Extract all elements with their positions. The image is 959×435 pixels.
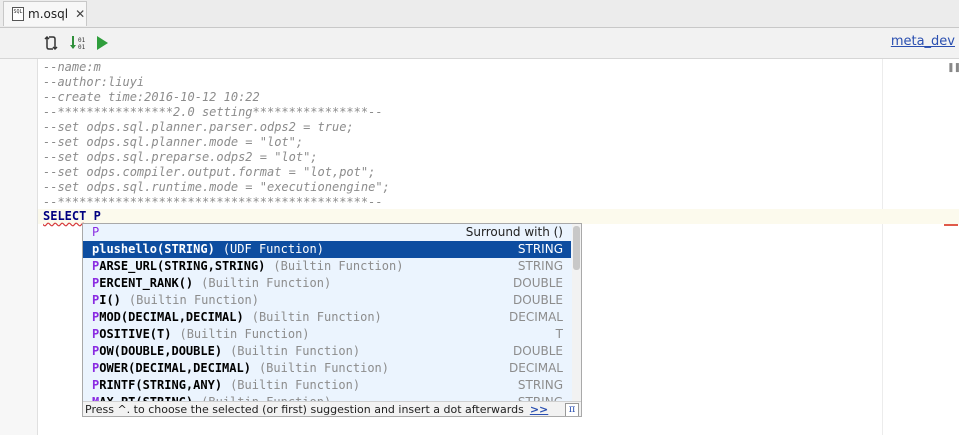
function-signature: PI() — [92, 293, 121, 307]
function-signature: plushello(STRING) — [92, 242, 215, 256]
current-line-highlight — [38, 209, 959, 224]
code-line: --set odps.sql.planner.mode = "lot"; — [43, 135, 304, 149]
connection-link[interactable]: meta_dev — [891, 34, 955, 49]
return-type: DOUBLE — [513, 293, 563, 307]
completion-item[interactable]: PRINTF(STRING,ANY) (Builtin Function) STRI… — [83, 377, 571, 394]
completion-item[interactable]: MAX_PT(STRING)(Builtin Function)STRING — [83, 394, 571, 401]
function-signature: PERCENT_RANK() — [92, 276, 193, 290]
code-line: --name:m — [43, 60, 101, 74]
code-line: --set odps.sql.runtime.mode = "execution… — [43, 180, 390, 194]
completion-item[interactable]: POW(DOUBLE,DOUBLE) (Builtin Function) DOUB… — [83, 343, 571, 360]
pause-icon[interactable]: ❚❚ — [947, 63, 959, 73]
completion-item[interactable]: PI() (Builtin Function) DOUBLE — [83, 292, 571, 309]
function-signature: POWER(DECIMAL,DECIMAL) — [92, 361, 251, 375]
return-type: STRING — [517, 378, 563, 392]
completion-item[interactable]: plushello(STRING) (UDF Function) STRING — [83, 241, 571, 258]
completion-header: P Surround with () — [83, 224, 571, 241]
tab-title: m.osql — [28, 7, 69, 21]
return-type: STRING — [517, 242, 563, 256]
completion-item[interactable]: PERCENT_RANK() (Builtin Function) DOUBLE — [83, 275, 571, 292]
function-kind: (Builtin Function) — [258, 361, 389, 375]
completion-item[interactable]: POWER(DECIMAL,DECIMAL) (Builtin Function)… — [83, 360, 571, 377]
function-kind: (Builtin Function) — [230, 344, 361, 358]
select-keyword: SELECT — [43, 209, 87, 223]
run-icon[interactable] — [93, 34, 111, 52]
return-type: STRING — [517, 259, 563, 273]
function-kind: (Builtin Function) — [273, 259, 404, 273]
function-signature: PMOD(DECIMAL,DECIMAL) — [92, 310, 244, 324]
error-stripe-marker[interactable] — [944, 224, 958, 226]
signature-rest: ARSE_URL(STRING,STRING) — [99, 259, 266, 273]
right-margin-guide — [882, 59, 883, 435]
signature-rest: lushello(STRING) — [99, 242, 215, 256]
code-line: --create time:2016-10-12 10:22 — [43, 90, 260, 104]
svg-text:01: 01 — [78, 37, 86, 44]
sort-icon[interactable]: 01 01 — [68, 34, 86, 52]
scrollbar-thumb[interactable] — [573, 226, 580, 270]
svg-text:01: 01 — [78, 44, 86, 51]
close-icon[interactable]: ✕ — [75, 7, 85, 21]
function-kind: (Builtin Function) — [179, 327, 310, 341]
pi-icon[interactable]: π — [565, 403, 579, 416]
function-kind: (Builtin Function) — [201, 276, 332, 290]
completion-scrollbar[interactable] — [572, 224, 581, 401]
function-signature: POW(DOUBLE,DOUBLE) — [92, 344, 222, 358]
sql-file-icon: SQL — [12, 7, 24, 21]
code-line: --****************2.0 setting***********… — [43, 105, 383, 119]
signature-rest: MOD(DECIMAL,DECIMAL) — [99, 310, 244, 324]
function-kind: (Builtin Function) — [230, 378, 361, 392]
return-type: DOUBLE — [513, 276, 563, 290]
code-line: --set odps.compiler.output.format = "lot… — [43, 165, 376, 179]
surround-action[interactable]: Surround with () — [466, 224, 563, 241]
typed-prefix: P — [92, 225, 100, 239]
line-gutter — [0, 59, 38, 435]
editor-tab-bar: SQL m.osql ✕ — [0, 0, 959, 28]
code-line: --set odps.sql.planner.parser.odps2 = tr… — [43, 120, 354, 134]
return-type: STRING — [518, 394, 563, 401]
function-signature: PRINTF(STRING,ANY) — [92, 378, 222, 392]
typed-text: P — [93, 209, 101, 223]
editor-toolbar: 01 01 meta_dev — [0, 28, 959, 59]
function-kind: (Builtin Function) — [251, 310, 382, 324]
tab-m-osql[interactable]: SQL m.osql ✕ — [3, 1, 87, 26]
completion-list: P Surround with () plushello(STRING) (UDF… — [83, 224, 571, 401]
code-line: --**************************************… — [43, 195, 383, 209]
code-line: --set odps.sql.preparse.odps2 = "lot"; — [43, 150, 318, 164]
footer-hint: Press ^. to choose the selected (or firs… — [85, 403, 524, 416]
completion-item[interactable]: POSITIVE(T) (Builtin Function) T — [83, 326, 571, 343]
return-type: T — [555, 327, 563, 341]
code-line: --author:liuyi — [43, 75, 145, 89]
code-completion-popup: P Surround with () plushello(STRING) (UDF… — [82, 223, 582, 417]
signature-rest: ERCENT_RANK() — [99, 276, 194, 290]
function-kind: (UDF Function) — [222, 242, 324, 256]
function-kind: (Builtin Function) — [128, 293, 259, 307]
return-type: DOUBLE — [513, 344, 563, 358]
return-type: DECIMAL — [509, 361, 563, 375]
signature-rest: OW(DOUBLE,DOUBLE) — [99, 344, 223, 358]
signature-rest: OWER(DECIMAL,DECIMAL) — [99, 361, 251, 375]
current-code-line: SELECT P — [43, 209, 101, 224]
signature-rest: RINTF(STRING,ANY) — [99, 378, 223, 392]
more-link[interactable]: >> — [530, 403, 548, 416]
signature-rest: OSITIVE(T) — [99, 327, 172, 341]
signature-rest: I() — [99, 293, 121, 307]
completion-item[interactable]: PARSE_URL(STRING,STRING) (Builtin Functio… — [83, 258, 571, 275]
refresh-icon[interactable] — [42, 34, 60, 52]
completion-item[interactable]: PMOD(DECIMAL,DECIMAL) (Builtin Function) D… — [83, 309, 571, 326]
return-type: DECIMAL — [509, 310, 563, 324]
code-lines: --name:m --author:liuyi --create time:20… — [43, 60, 390, 210]
function-signature: PARSE_URL(STRING,STRING) — [92, 259, 265, 273]
completion-footer: Press ^. to choose the selected (or firs… — [83, 401, 581, 416]
function-signature: POSITIVE(T) — [92, 327, 171, 341]
